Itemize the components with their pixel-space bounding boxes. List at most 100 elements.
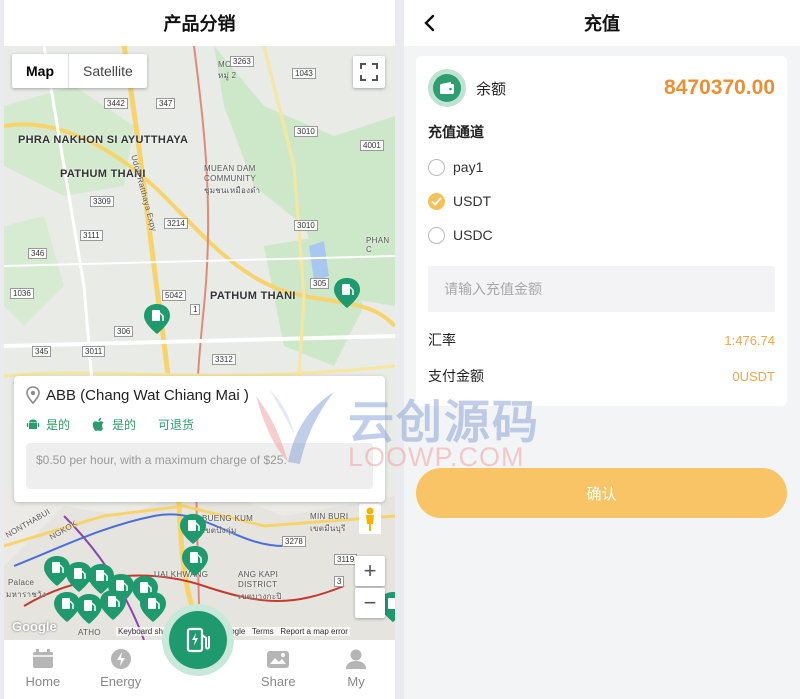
road-shield: 3278 <box>282 536 306 547</box>
road-shield: 347 <box>156 98 176 109</box>
payment-amount-row: 支付金额 0USDT <box>428 358 775 394</box>
android-icon <box>26 419 40 429</box>
amount-input[interactable] <box>428 266 775 312</box>
wallet-icon <box>440 82 454 94</box>
page-title: 产品分销 <box>4 0 395 46</box>
station-info-card[interactable]: ABB (Chang Wat Chiang Mai ) 是的 是的 可退货 $0… <box>14 376 385 502</box>
location-pin-icon <box>26 386 40 404</box>
map-label-moo2-th: หมู่ 2 <box>218 71 237 80</box>
tab-share-label: Share <box>260 674 296 689</box>
summary-rows: 汇率 1:476.74 支付金额 0USDT <box>428 322 775 394</box>
charging-station-pin[interactable] <box>182 546 208 576</box>
confirm-button[interactable]: 确认 <box>416 468 787 518</box>
charging-station-pin[interactable] <box>100 590 126 620</box>
road-shield: 4001 <box>360 140 384 151</box>
exchange-rate-value: 1:476.74 <box>724 332 775 348</box>
road-shield: 3312 <box>212 354 236 365</box>
road-shield: 3010 <box>294 220 318 231</box>
channel-options: pay1 USDT USDC <box>428 150 775 252</box>
map-type-satellite[interactable]: Satellite <box>69 54 147 88</box>
apple-tag: 是的 <box>92 416 136 433</box>
map-label-min-buri-th: เขตมีนบุรี <box>310 524 346 533</box>
road-shield: 3214 <box>164 218 188 229</box>
fullscreen-button[interactable] <box>353 56 385 88</box>
radio-checked-icon[interactable] <box>428 192 445 210</box>
tab-home-label: Home <box>25 674 61 689</box>
channel-option-label: USDT <box>453 193 492 209</box>
android-tag: 是的 <box>26 416 70 433</box>
google-logo: Google <box>12 619 57 634</box>
map-type-map[interactable]: Map <box>12 54 69 88</box>
zoom-out-button[interactable]: − <box>355 588 385 618</box>
road-shield: 3011 <box>82 346 106 357</box>
map-label-muean-dam: MUEAN DAM <box>204 164 256 173</box>
map-label-kapi: ANG KAPI <box>238 570 279 579</box>
map-label-phan: PHAN C <box>366 236 390 254</box>
product-distribution-screen: 产品分销 Map Satellite PHRA NAKHON SI AYUTTH… <box>4 0 395 699</box>
charging-station-pin[interactable] <box>76 594 102 624</box>
map-label-pathum-2: PATHUM THANI <box>210 290 296 302</box>
charging-station-pin[interactable] <box>144 304 170 334</box>
map-label-palace-th: มหาราชวัง <box>6 590 47 599</box>
channel-title: 充值通道 <box>428 124 484 140</box>
channel-option-label: USDC <box>453 227 493 243</box>
user-icon <box>346 649 367 669</box>
tab-share[interactable]: Share <box>243 648 313 689</box>
exchange-rate-row: 汇率 1:476.74 <box>428 322 775 358</box>
road-shield: 346 <box>28 248 48 259</box>
channel-option-usdt[interactable]: USDT <box>428 184 775 218</box>
road-shield: 1043 <box>292 68 316 79</box>
charging-station-pin[interactable] <box>334 278 360 308</box>
tab-home[interactable]: Home <box>8 648 78 689</box>
refundable-tag-label: 可退货 <box>158 418 195 432</box>
back-button[interactable] <box>418 11 440 35</box>
tab-energy-label: Energy <box>100 674 142 689</box>
ev-charger-icon <box>186 627 210 653</box>
map-label-sueng-kum-th: เขตบึงกุ่ม <box>202 526 237 535</box>
station-title-row: ABB (Chang Wat Chiang Mai ) <box>26 386 373 404</box>
road-shield: 1036 <box>10 288 34 299</box>
map-label-phra: PHRA NAKHON SI AYUTTHAYA <box>18 134 189 146</box>
charging-station-pin[interactable] <box>180 514 206 544</box>
wallet-badge <box>428 69 466 107</box>
road-shield: 3111 <box>80 230 103 241</box>
recharge-screen: 充值 余额 8470370.00 充值通道 pay1 USDT USDC 请输入… <box>404 0 800 699</box>
station-name: ABB (Chang Wat Chiang Mai ) <box>46 386 249 404</box>
road-shield: 3 <box>334 576 345 587</box>
map-label-district: DISTRICT <box>238 580 278 589</box>
zoom-in-button[interactable]: + <box>355 556 385 586</box>
energy-icon <box>110 649 131 669</box>
recharge-card: 余额 8470370.00 充值通道 pay1 USDT USDC 请输入充值金… <box>416 56 787 406</box>
road-shield: 3309 <box>90 196 114 207</box>
chevron-left-icon <box>424 14 435 32</box>
road-shield: 3119 <box>334 554 358 565</box>
charge-button[interactable] <box>162 604 234 676</box>
balance-value: 8470370.00 <box>664 76 775 99</box>
map-label-community: COMMUNITY <box>204 174 257 183</box>
exchange-rate-label: 汇率 <box>428 332 456 348</box>
map-view[interactable]: Map Satellite PHRA NAKHON SI AYUTTHAYA P… <box>4 46 395 640</box>
apple-icon <box>92 417 104 431</box>
terms-link[interactable]: Terms <box>252 627 274 636</box>
wallet-badge-inner <box>433 74 461 102</box>
balance-label-group: 余额 <box>428 69 506 107</box>
checkmark-icon <box>431 196 442 206</box>
road-shield: 306 <box>114 326 134 337</box>
radio-unchecked-icon[interactable] <box>428 226 445 244</box>
page-title: 充值 <box>584 14 620 34</box>
channel-option-pay1[interactable]: pay1 <box>428 150 775 184</box>
report-error-link[interactable]: Report a map error <box>280 627 348 636</box>
charge-button-inner <box>169 611 227 669</box>
channel-option-usdc[interactable]: USDC <box>428 218 775 252</box>
share-icon <box>267 651 290 668</box>
android-tag-label: 是的 <box>46 418 71 432</box>
road-shield: 305 <box>310 278 330 289</box>
tab-energy[interactable]: Energy <box>86 648 156 689</box>
pegman-icon[interactable] <box>359 504 381 534</box>
charging-station-pin[interactable] <box>140 592 166 622</box>
balance-row: 余额 8470370.00 <box>428 68 775 108</box>
road-shield: 3442 <box>104 98 128 109</box>
radio-unchecked-icon[interactable] <box>428 158 445 176</box>
tab-my[interactable]: My <box>321 648 391 689</box>
station-description: $0.50 per hour, with a maximum charge of… <box>26 443 373 489</box>
